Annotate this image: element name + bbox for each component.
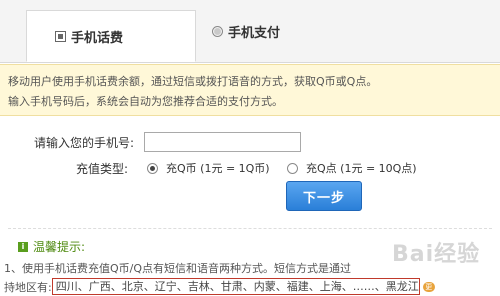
option-q-point-label: 充Q点 (1元 = 10Q点) <box>306 162 417 175</box>
phone-label: 请输入您的手机号: <box>33 136 134 150</box>
option-q-coin-label: 充Q币 (1元 = 1Q币) <box>166 162 270 175</box>
divider <box>8 228 492 229</box>
recharge-type-label: 充值类型: <box>75 162 128 176</box>
info-notice: 移动用户使用手机话费余额，通过短信或拨打语音的方式，获取Q币或Q点。 输入手机号… <box>0 64 500 116</box>
notice-line-2: 输入手机号码后，系统会自动为您推荐合适的支付方式。 <box>8 95 283 108</box>
tab-mobile-pay[interactable]: 手机支付 <box>212 12 280 50</box>
radio-q-coin[interactable] <box>147 162 158 174</box>
option-q-point[interactable]: 充Q点 (1元 = 10Q点) <box>287 160 417 176</box>
info-icon: i <box>18 241 28 252</box>
notice-line-1: 移动用户使用手机话费余额，通过短信或拨打语音的方式，获取Q币或Q点。 <box>8 75 378 88</box>
option-q-coin[interactable]: 充Q币 (1元 = 1Q币) <box>147 160 270 176</box>
next-button[interactable]: 下一步 <box>286 181 362 211</box>
tips-heading: i 温馨提示: <box>18 238 85 255</box>
more-badge[interactable]: 更 <box>422 281 435 292</box>
tips-title: 温馨提示: <box>33 240 86 254</box>
tab-mobile-pay-label: 手机支付 <box>228 25 281 41</box>
regions-prefix: 持地区有: <box>4 280 52 294</box>
regions-row: 持地区有: 四川、广西、北京、辽宁、吉林、甘肃、内蒙、福建、上海、……、黑龙江 … <box>4 278 435 295</box>
mobile-pay-icon <box>212 25 223 37</box>
phone-bill-icon <box>55 30 66 42</box>
tip-line-1: 1、使用手机话费充值Q币/Q点有短信和语音两种方式。短信方式是通过 <box>4 262 352 275</box>
tab-phone-bill-label: 手机话费 <box>71 30 124 46</box>
watermark: Bai经验 <box>392 242 481 267</box>
tab-phone-bill[interactable]: 手机话费 <box>26 10 196 62</box>
radio-q-point[interactable] <box>287 162 298 174</box>
regions-list: 四川、广西、北京、辽宁、吉林、甘肃、内蒙、福建、上海、……、黑龙江 <box>51 278 420 295</box>
tab-bar: 手机话费 手机支付 <box>0 0 500 63</box>
phone-input[interactable] <box>144 132 301 152</box>
